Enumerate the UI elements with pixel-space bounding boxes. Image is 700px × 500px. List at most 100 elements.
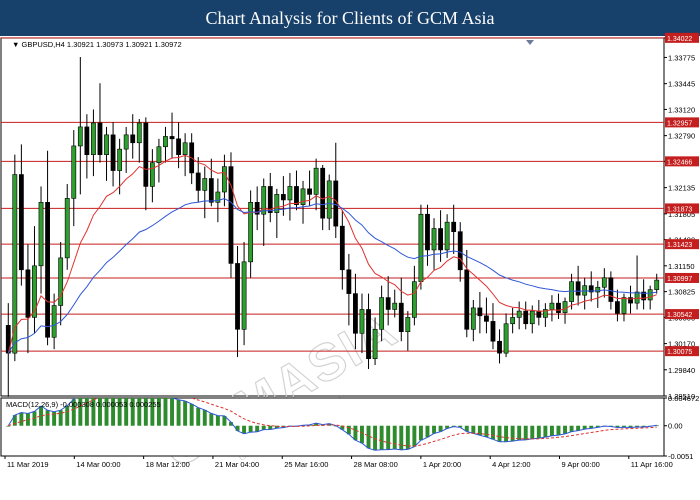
candle-body [235, 263, 240, 330]
candle-body [228, 166, 234, 264]
candle-body [294, 186, 299, 205]
candle-body [339, 225, 345, 271]
level-label: 1.32957 [667, 120, 692, 127]
macd-histogram-bar [209, 413, 214, 426]
candle-body [156, 146, 162, 163]
candle-body [425, 213, 430, 251]
candle-body [38, 202, 44, 267]
macd-histogram-bar [202, 409, 207, 426]
candle-body [18, 174, 24, 271]
candle-body [346, 269, 352, 294]
candle-body [32, 265, 37, 318]
candle-body [510, 317, 516, 325]
candle-body [477, 307, 483, 317]
macd-histogram-bar [418, 425, 423, 441]
chart-canvas[interactable]: 1.34022 1.33775 1.33445 1.33120 1.32790 1.324… [0, 0, 700, 500]
level-label: 1.31423 [667, 242, 692, 249]
macd-histogram-bar [6, 425, 11, 427]
level-label: 1.30075 [667, 349, 692, 356]
macd-histogram-bar [163, 398, 168, 426]
macd-histogram-bar [261, 425, 266, 430]
candle-body [431, 228, 437, 251]
macd-histogram-bar [491, 425, 495, 440]
macd-histogram-bar [183, 400, 188, 426]
candle-body [353, 293, 358, 334]
macd-histogram-bar [78, 398, 83, 426]
macd-histogram-bar [379, 425, 384, 450]
candle-body [320, 167, 326, 219]
candle-body [385, 297, 391, 310]
macd-histogram-bar [176, 399, 181, 426]
candle-body [451, 221, 457, 232]
candle-body [529, 310, 535, 325]
candle-body [405, 317, 411, 333]
y-tick-label: 1.31150 [668, 262, 695, 271]
candle-body [313, 167, 319, 195]
candle-body [549, 302, 555, 310]
candle-body [25, 269, 31, 318]
macd-histogram-bar [563, 425, 567, 434]
symbol-readout: ▼ GBPUSD,H4 1.30921 1.30973 1.30921 1.30… [12, 40, 182, 49]
candle-body [51, 305, 57, 338]
macd-histogram-bar [412, 425, 417, 447]
candle-body [326, 180, 332, 219]
macd-histogram-bar [523, 425, 528, 440]
candle-body [392, 302, 398, 310]
y-tick-label: 1.33775 [668, 53, 695, 62]
candle-body [497, 340, 502, 354]
candle-body [411, 281, 417, 318]
macd-histogram-bar [392, 425, 397, 449]
candle-body [169, 136, 175, 140]
macd-histogram-bar [196, 407, 201, 426]
macd-histogram-bar [425, 425, 430, 438]
y-tick-label: 1.32135 [668, 184, 695, 193]
macd-tick-label: 0.004672 [668, 394, 699, 403]
macd-histogram-bar [215, 415, 220, 426]
candle-body [45, 202, 50, 338]
candle-body [536, 310, 542, 318]
level-label: 1.32466 [667, 159, 692, 166]
candle-body [104, 134, 109, 155]
candle-body [77, 126, 83, 147]
macd-histogram-bar [504, 425, 509, 442]
candle-body [438, 228, 443, 251]
candle-body [490, 321, 496, 342]
candle-body [523, 310, 529, 325]
y-tick-label: 1.33120 [668, 105, 695, 114]
candle-body [248, 202, 254, 263]
candle-body [556, 302, 561, 313]
candle-body [634, 291, 640, 304]
macd-histogram-bar [189, 403, 194, 426]
x-tick-label: 11 Apr 16:00 [631, 460, 673, 469]
candle-body [136, 122, 142, 144]
level-label: 1.30542 [667, 312, 692, 319]
macd-histogram-bar [556, 425, 561, 436]
level-label: 1.34022 [667, 36, 692, 43]
candle-body [307, 188, 312, 195]
candle-body [163, 136, 168, 148]
candle-body [503, 323, 509, 354]
macd-histogram-bar [399, 425, 404, 450]
macd-histogram-bar [360, 425, 364, 444]
x-tick-label: 25 Mar 16:00 [284, 460, 328, 469]
x-tick-label: 11 Mar 2019 [7, 460, 49, 469]
macd-histogram-bar [242, 425, 247, 434]
candle-body [575, 281, 581, 296]
macd-histogram-bar [373, 425, 378, 451]
macd-histogram-bar [353, 425, 358, 441]
candle-body [64, 198, 70, 259]
level-label: 1.30997 [667, 276, 692, 283]
candle-body [366, 309, 371, 359]
candle-body [110, 134, 116, 171]
candle-body [516, 310, 522, 318]
macd-histogram-bar [569, 425, 574, 432]
candle-body [176, 138, 181, 155]
macd-histogram-bar [530, 425, 535, 439]
candle-body [91, 122, 96, 155]
macd-histogram-bar [170, 398, 174, 426]
candle-body [149, 162, 155, 187]
candle-body [280, 194, 286, 201]
candle-body [464, 269, 470, 330]
macd-histogram-bar [549, 425, 554, 436]
candle-body [601, 277, 607, 288]
